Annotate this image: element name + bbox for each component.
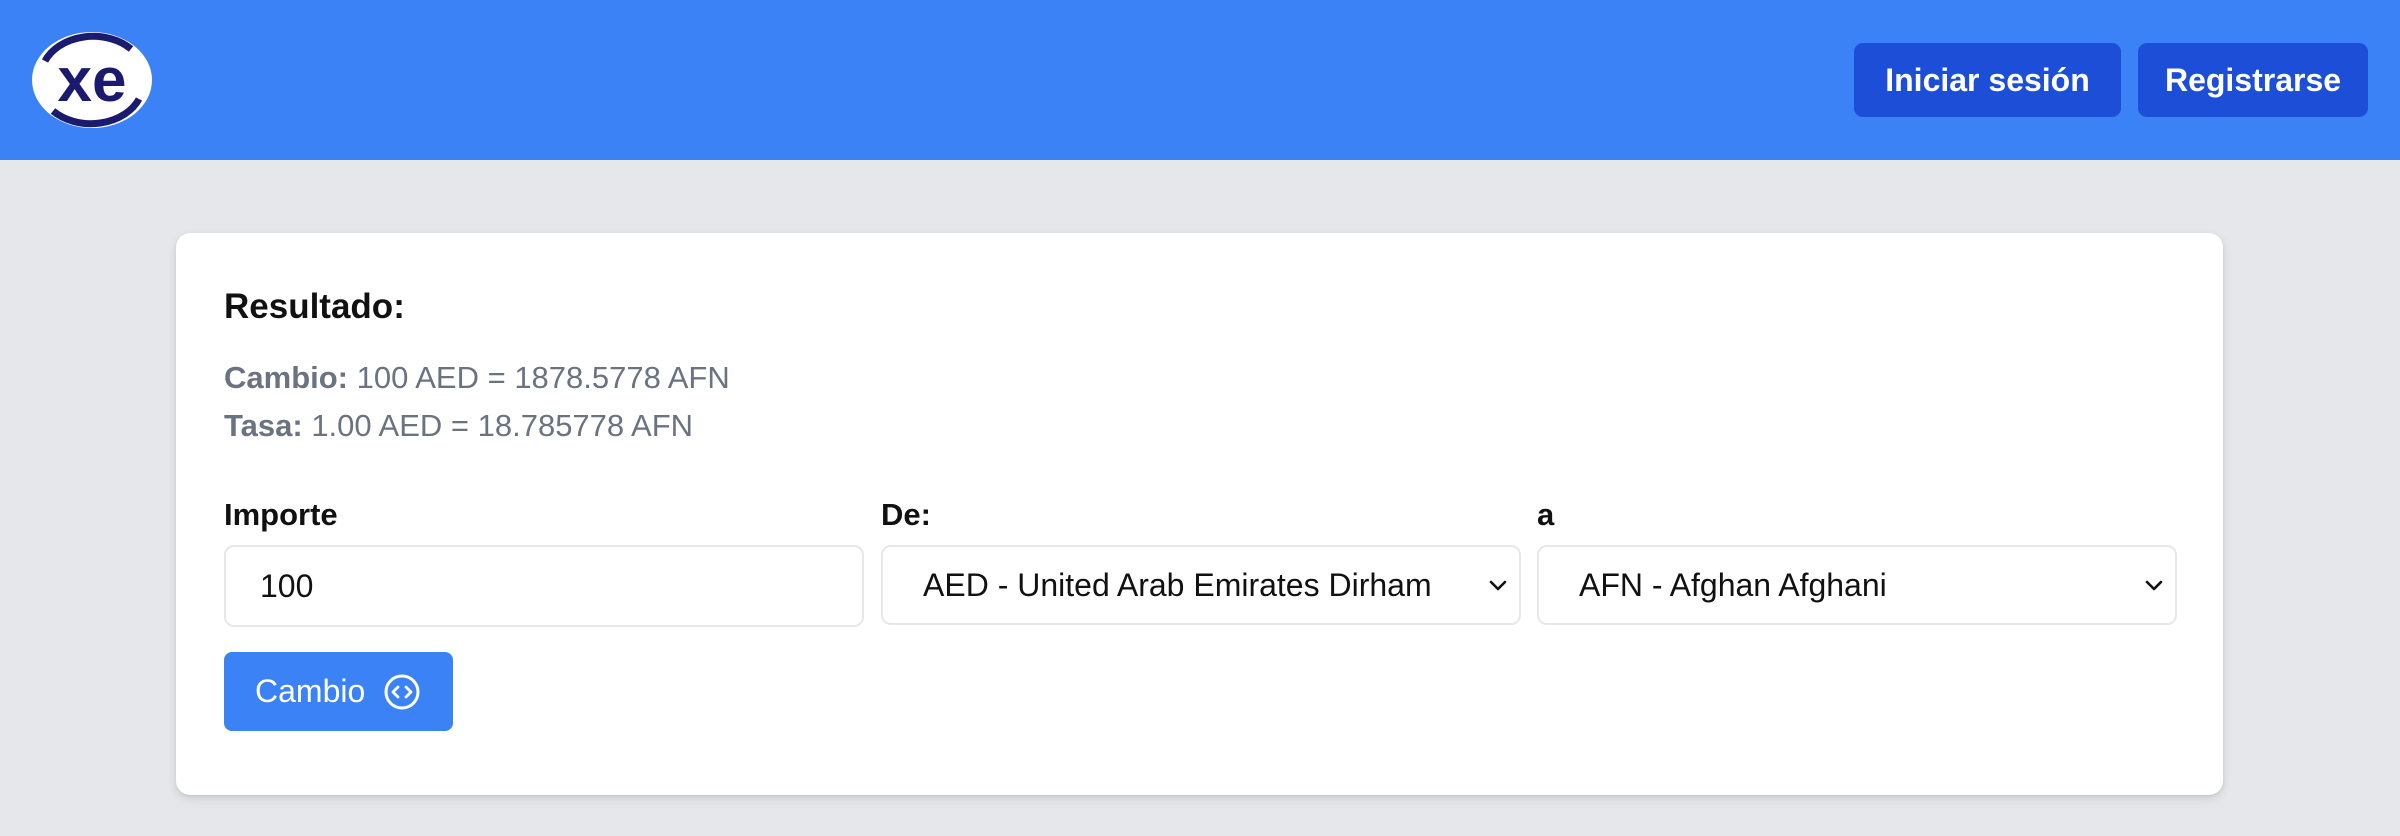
exchange-value: 100 AED = 1878.5778 AFN: [356, 360, 730, 395]
to-currency-select[interactable]: AFN - Afghan Afghani: [1537, 545, 2177, 625]
from-currency-label: De:: [881, 497, 931, 532]
convert-button[interactable]: Cambio: [224, 652, 453, 731]
swap-circle-icon: [384, 674, 420, 709]
chevron-down-icon: [1489, 580, 1507, 591]
logo-text: xe: [58, 46, 127, 115]
converter-card: Resultado: Cambio: 100 AED = 1878.5778 A…: [176, 233, 2223, 795]
from-currency-value: AED - United Arab Emirates Dirham: [923, 566, 1432, 603]
register-button[interactable]: Registrarse: [2138, 43, 2368, 117]
to-currency-label: a: [1537, 497, 1555, 532]
exchange-label: Cambio:: [224, 360, 348, 395]
from-currency-select[interactable]: AED - United Arab Emirates Dirham: [881, 545, 1521, 625]
rate-result: Tasa: 1.00 AED = 18.785778 AFN: [224, 408, 693, 444]
rate-value: 1.00 AED = 18.785778 AFN: [311, 408, 694, 443]
top-navbar: xe Iniciar sesión Registrarse: [0, 0, 2400, 160]
login-button[interactable]: Iniciar sesión: [1854, 43, 2121, 117]
amount-label: Importe: [224, 497, 338, 532]
exchange-result: Cambio: 100 AED = 1878.5778 AFN: [224, 360, 730, 396]
amount-input[interactable]: [224, 545, 864, 627]
to-currency-value: AFN - Afghan Afghani: [1579, 566, 1887, 603]
rate-label: Tasa:: [224, 408, 303, 443]
result-title: Resultado:: [224, 287, 405, 326]
chevron-down-icon: [2145, 580, 2163, 591]
xe-logo[interactable]: xe: [31, 31, 153, 129]
convert-label: Cambio: [255, 673, 366, 709]
